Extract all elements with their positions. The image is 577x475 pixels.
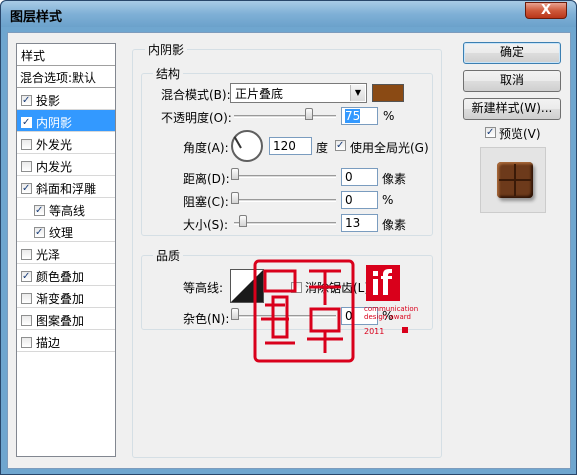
noise-slider-thumb[interactable] [231,308,239,320]
style-checkbox[interactable] [21,270,32,282]
style-list-item[interactable]: 图案叠加 [17,308,115,330]
style-list-item-label: 光泽 [36,247,61,262]
opacity-label: 不透明度(O): [161,111,232,125]
distance-slider-track[interactable] [234,175,336,178]
size-slider-track[interactable] [234,222,336,225]
style-list-item-label: 等高线 [49,203,86,218]
choke-slider-track[interactable] [234,199,336,202]
angle-label: 角度(A): [183,141,229,155]
dialog-body: 样式 混合选项:默认 投影内阴影外发光内发光斜面和浮雕等高线纹理光泽颜色叠加渐变… [7,32,571,469]
global-light-checkbox[interactable] [335,140,346,151]
quality-title: 品质 [153,247,184,264]
size-input[interactable]: 13 [341,214,378,232]
title-bar[interactable]: 图层样式 X [1,1,576,27]
style-checkbox[interactable] [21,248,32,260]
global-light-label[interactable]: 使用全局光(G) [350,139,429,156]
style-list-item-label: 外发光 [36,137,73,152]
style-list-item[interactable]: 颜色叠加 [17,264,115,286]
style-checkbox[interactable] [34,204,45,216]
angle-input[interactable]: 120 [269,137,312,155]
style-list-item[interactable]: 等高线 [17,198,115,220]
style-checkbox[interactable] [21,138,32,150]
choke-label: 阻塞(C): [183,195,229,209]
distance-input[interactable]: 0 [341,168,378,186]
opacity-unit: % [383,109,395,123]
style-preview-thumbnail [480,147,546,213]
style-list-item-label: 纹理 [49,225,74,240]
window-title: 图层样式 [10,10,63,25]
ok-button[interactable]: 确定 [463,42,561,64]
choke-slider-thumb[interactable] [231,192,239,204]
style-list-item-label: 图案叠加 [36,313,85,328]
award-caption: communication design award [364,305,419,321]
style-list-item[interactable]: 纹理 [17,220,115,242]
style-list-item-label: 投影 [36,93,61,108]
size-label: 大小(S): [183,218,229,232]
blend-mode-select[interactable]: 正片叠底 ▼ [230,83,367,103]
choke-unit: % [382,193,394,207]
opacity-slider-thumb[interactable] [305,108,313,120]
angle-unit: 度 [316,141,329,155]
style-checkbox[interactable] [21,314,32,326]
distance-label: 距离(D): [183,172,230,186]
style-list-item[interactable]: 投影 [17,88,115,110]
cancel-button[interactable]: 取消 [463,70,561,92]
style-list-item-label: 描边 [36,335,61,350]
if-logo-icon [366,265,400,301]
style-list-item-label: 斜面和浮雕 [36,181,97,196]
seal-stamp-watermark [253,259,355,363]
award-year: 2011 [364,327,385,336]
opacity-slider-track[interactable] [234,115,336,118]
style-list-items: 投影内阴影外发光内发光斜面和浮雕等高线纹理光泽颜色叠加渐变叠加图案叠加描边 [17,88,115,352]
close-button[interactable]: X [525,2,567,19]
angle-needle [233,136,242,149]
style-checkbox[interactable] [21,292,32,304]
chocolate-preview-image [497,162,533,198]
style-checkbox[interactable] [21,94,32,106]
style-checkbox[interactable] [21,160,32,172]
red-square-mark [402,327,408,333]
style-list-header[interactable]: 样式 [17,44,115,66]
style-checkbox[interactable] [34,226,45,238]
contour-label: 等高线: [183,281,224,295]
distance-slider-thumb[interactable] [231,168,239,180]
size-slider-thumb[interactable] [239,215,247,227]
blend-mode-label: 混合模式(B): [161,88,231,102]
style-list-item-label: 颜色叠加 [36,269,85,284]
preview-checkbox[interactable] [485,127,496,138]
style-list-item[interactable]: 渐变叠加 [17,286,115,308]
distance-unit: 像素 [382,172,407,186]
angle-dial[interactable] [231,130,263,162]
style-checkbox[interactable] [21,182,32,194]
style-list-item-label: 渐变叠加 [36,291,85,306]
blending-options-item[interactable]: 混合选项:默认 [17,66,115,88]
style-checkbox[interactable] [21,116,32,128]
style-list: 样式 混合选项:默认 投影内阴影外发光内发光斜面和浮雕等高线纹理光泽颜色叠加渐变… [16,43,116,457]
style-list-item[interactable]: 外发光 [17,132,115,154]
structure-title: 结构 [153,65,184,82]
chevron-down-icon: ▼ [350,85,365,101]
style-list-item[interactable]: 光泽 [17,242,115,264]
preview-label[interactable]: 预览(V) [499,125,541,142]
blend-mode-value: 正片叠底 [235,87,284,101]
size-unit: 像素 [382,218,407,232]
choke-input[interactable]: 0 [341,191,378,209]
new-style-button[interactable]: 新建样式(W)... [463,98,561,120]
style-checkbox[interactable] [21,336,32,348]
style-list-item-label: 内发光 [36,159,73,174]
style-list-item[interactable]: 内发光 [17,154,115,176]
shadow-color-swatch[interactable] [372,84,404,102]
opacity-input[interactable]: 75 [341,107,378,125]
style-list-item-label: 内阴影 [36,115,73,130]
layer-style-dialog: 图层样式 X 样式 混合选项:默认 投影内阴影外发光内发光斜面和浮雕等高线纹理光… [0,0,577,475]
style-list-item[interactable]: 内阴影 [17,110,115,132]
if-award-logo: communication design award 2011 [364,265,419,336]
style-list-item[interactable]: 斜面和浮雕 [17,176,115,198]
noise-label: 杂色(N): [183,312,230,326]
inner-shadow-title: 内阴影 [145,41,188,58]
style-list-item[interactable]: 描边 [17,330,115,352]
